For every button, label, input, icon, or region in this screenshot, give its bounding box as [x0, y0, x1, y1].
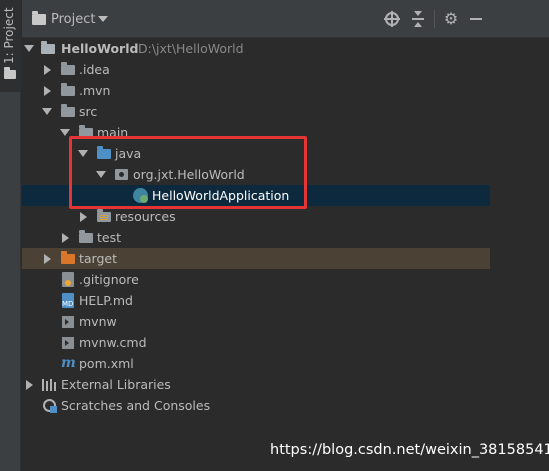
shell-file-icon — [62, 337, 74, 349]
chevron-right-icon[interactable] — [62, 233, 69, 243]
tree-row-label: target — [79, 251, 118, 266]
tree-row-label: .gitignore — [79, 272, 139, 287]
chevron-down-icon[interactable] — [60, 129, 70, 136]
tree-row-help-md[interactable]: HELP.md — [22, 290, 490, 311]
folder-icon — [61, 104, 75, 117]
tree-row-pom[interactable]: m pom.xml — [22, 353, 490, 374]
tree-row-external-libraries[interactable]: External Libraries — [22, 374, 490, 395]
tree-row-idea[interactable]: .idea — [22, 59, 490, 80]
tree-row-scratches[interactable]: Scratches and Consoles — [22, 395, 490, 416]
tree-row-label: resources — [115, 209, 176, 224]
tree-row-mvnw[interactable]: mvnw — [22, 311, 490, 332]
chevron-right-icon[interactable] — [26, 380, 33, 390]
resources-folder-icon — [97, 209, 111, 222]
excluded-folder-icon — [61, 251, 75, 264]
tree-row-label: mvnw.cmd — [79, 335, 147, 350]
tree-row-label: External Libraries — [61, 377, 171, 392]
tool-window-strip: 1: Project — [0, 0, 21, 471]
tree-row-label: .mvn — [79, 83, 111, 98]
tree-row-label: HelloWorld — [61, 41, 139, 56]
chevron-right-icon[interactable] — [44, 254, 51, 264]
header-divider — [434, 10, 435, 28]
git-file-icon — [62, 272, 74, 287]
project-path: D:\jxt\HelloWorld — [138, 41, 244, 56]
project-folder-icon — [4, 67, 16, 79]
chevron-right-icon[interactable] — [80, 212, 87, 222]
chevron-right-icon[interactable] — [44, 65, 51, 75]
tree-row-test[interactable]: test — [22, 227, 490, 248]
folder-icon — [61, 83, 75, 96]
collapse-all-icon[interactable] — [410, 11, 426, 27]
scratches-icon — [42, 398, 57, 413]
project-tree: HelloWorld D:\jxt\HelloWorld .idea .mvn … — [22, 38, 490, 471]
project-panel-header: Project ⚙ — [22, 0, 549, 38]
tree-row-target[interactable]: target — [22, 248, 490, 269]
view-selector-label[interactable]: Project — [51, 12, 95, 27]
tree-row-mvn[interactable]: .mvn — [22, 80, 490, 101]
libraries-icon — [42, 379, 56, 391]
tree-row-project-root[interactable]: HelloWorld D:\jxt\HelloWorld — [22, 38, 490, 59]
shell-file-icon — [62, 316, 74, 328]
tree-row-resources[interactable]: resources — [22, 206, 490, 227]
tree-row-label: src — [79, 104, 98, 119]
annotation-highlight-box — [69, 136, 307, 209]
tree-row-gitignore[interactable]: .gitignore — [22, 269, 490, 290]
watermark: https://blog.csdn.net/weixin_38158541 — [270, 442, 549, 458]
tree-row-label: mvnw — [79, 314, 117, 329]
folder-icon — [79, 230, 93, 243]
markdown-file-icon — [62, 293, 74, 308]
project-folder-icon — [41, 41, 55, 54]
gear-icon[interactable]: ⚙ — [443, 11, 459, 27]
project-folder-icon — [32, 11, 46, 25]
chevron-down-icon[interactable] — [42, 108, 52, 115]
project-tool-tab-label: 1: Project — [2, 7, 16, 64]
chevron-right-icon[interactable] — [44, 86, 51, 96]
folder-icon — [61, 62, 75, 75]
target-icon[interactable] — [384, 11, 400, 27]
tree-row-mvnw-cmd[interactable]: mvnw.cmd — [22, 332, 490, 353]
tree-row-label: Scratches and Consoles — [61, 398, 211, 413]
project-tool-tab[interactable]: 1: Project — [0, 0, 21, 92]
minimize-icon[interactable] — [469, 11, 485, 27]
tree-row-label: HELP.md — [79, 293, 133, 308]
tree-row-src[interactable]: src — [22, 101, 490, 122]
editor-gap — [490, 38, 549, 471]
maven-icon: m — [61, 355, 76, 371]
chevron-down-icon[interactable] — [98, 16, 108, 22]
chevron-down-icon[interactable] — [24, 45, 34, 52]
tree-row-label: test — [97, 230, 122, 245]
tree-row-label: .idea — [79, 62, 110, 77]
tree-row-label: pom.xml — [79, 356, 134, 371]
